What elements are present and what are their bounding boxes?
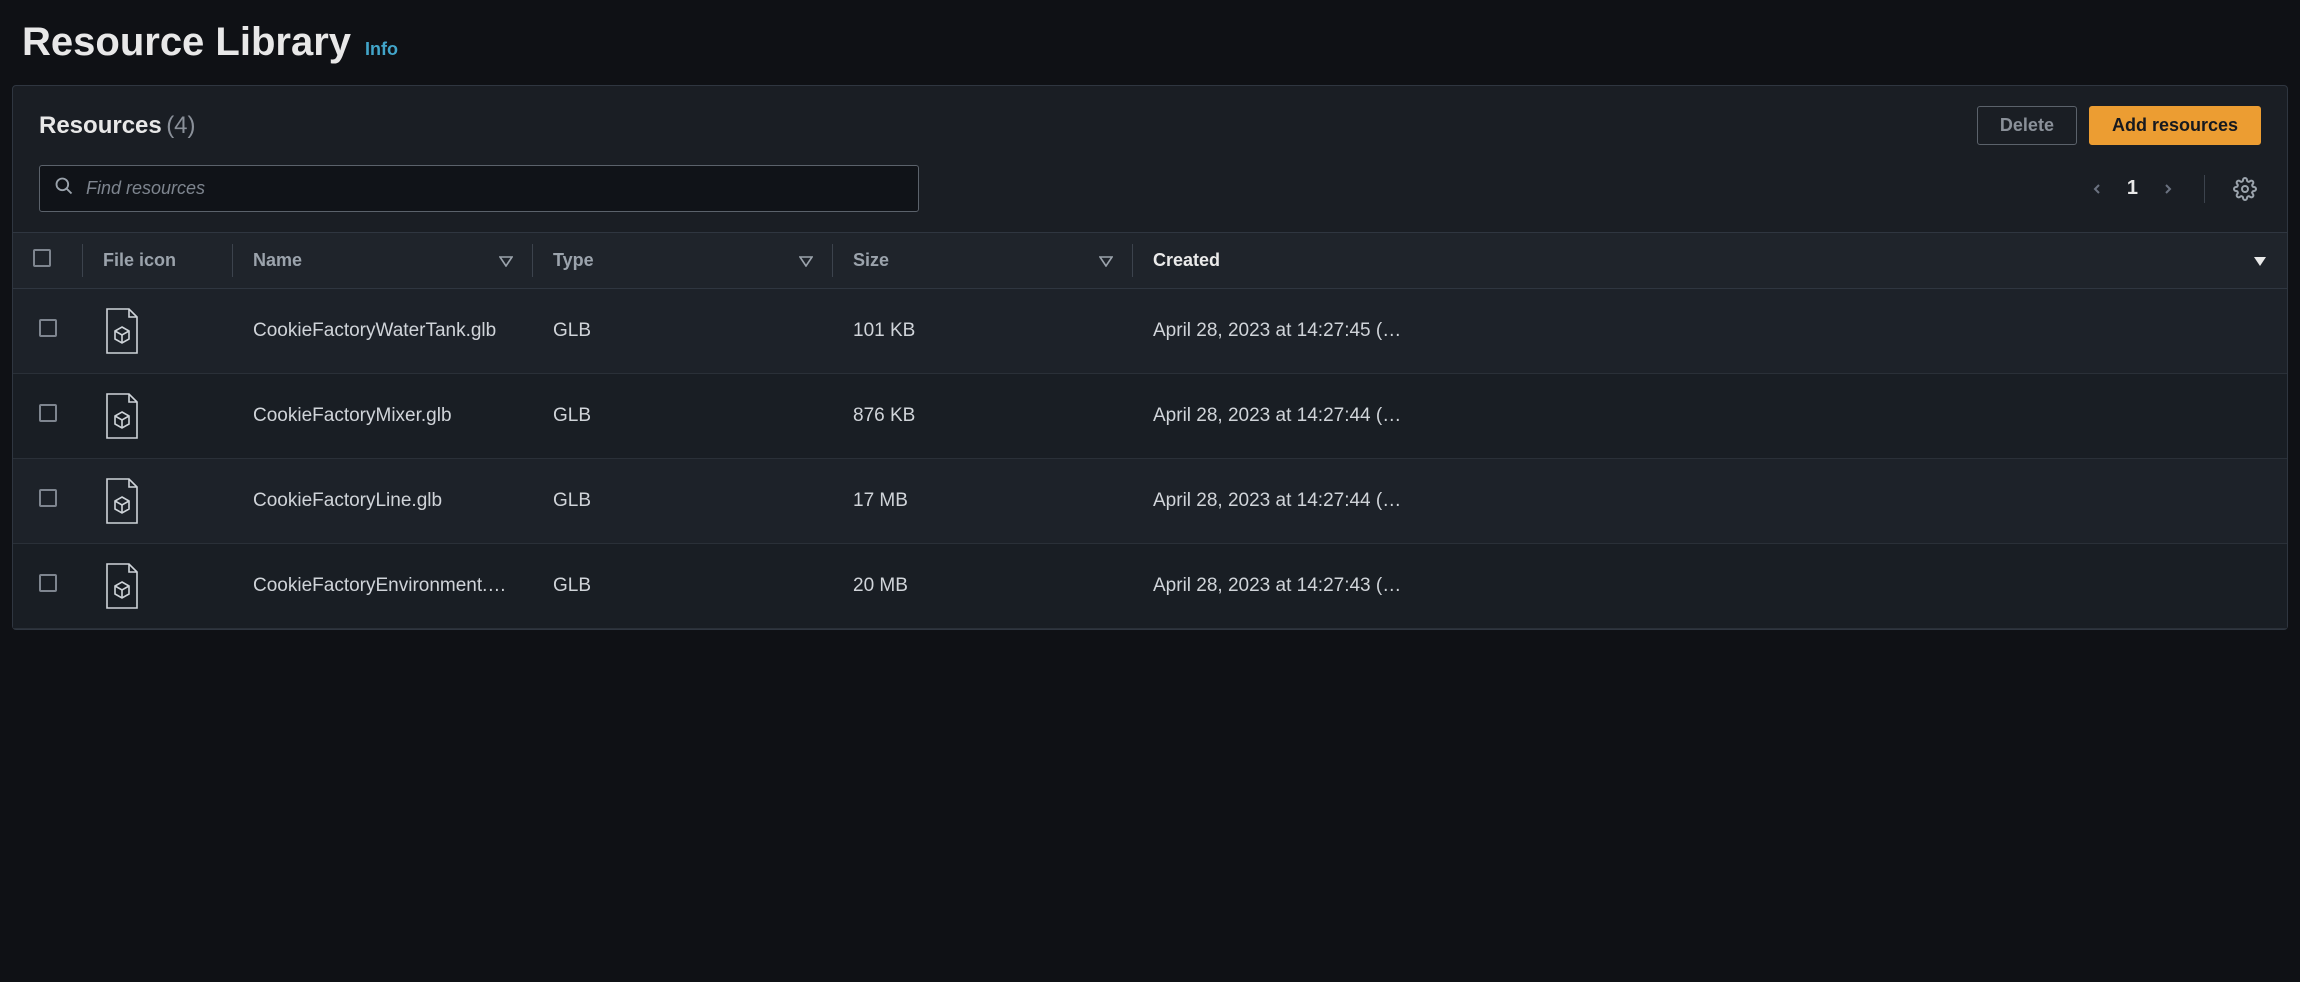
panel-toolbar: 1 xyxy=(13,155,2287,232)
page-number: 1 xyxy=(2127,177,2138,200)
cell-name: CookieFactoryLine.glb xyxy=(233,459,533,544)
panel-count: (4) xyxy=(166,112,195,139)
chevron-right-icon xyxy=(2160,178,2176,200)
page-title: Resource Library xyxy=(22,20,351,65)
cell-size: 876 KB xyxy=(833,374,1133,459)
row-checkbox[interactable] xyxy=(39,574,57,592)
panel-header: Resources (4) Delete Add resources xyxy=(13,86,2287,155)
file-icon xyxy=(103,562,213,610)
cell-type: GLB xyxy=(533,374,833,459)
settings-button[interactable] xyxy=(2229,173,2261,205)
row-checkbox[interactable] xyxy=(39,489,57,507)
cell-type: GLB xyxy=(533,459,833,544)
column-created-label: Created xyxy=(1153,250,1220,271)
column-file-icon: File icon xyxy=(83,233,233,289)
column-type[interactable]: Type xyxy=(533,233,833,289)
column-file-icon-label: File icon xyxy=(103,250,176,270)
search-field[interactable] xyxy=(39,165,919,212)
cell-type: GLB xyxy=(533,289,833,374)
sort-icon xyxy=(799,255,813,267)
resources-table: File icon Name Type xyxy=(13,232,2287,629)
search-icon xyxy=(54,176,74,201)
cell-created: April 28, 2023 at 14:27:44 (… xyxy=(1133,459,2287,544)
cell-size: 17 MB xyxy=(833,459,1133,544)
cell-name: CookieFactoryMixer.glb xyxy=(233,374,533,459)
sort-icon xyxy=(1099,255,1113,267)
panel-title-wrap: Resources (4) xyxy=(39,112,196,140)
prev-page-button[interactable] xyxy=(2085,174,2109,204)
next-page-button[interactable] xyxy=(2156,174,2180,204)
panel-title: Resources xyxy=(39,112,162,139)
row-checkbox[interactable] xyxy=(39,404,57,422)
row-checkbox[interactable] xyxy=(39,319,57,337)
cell-type: GLB xyxy=(533,544,833,629)
select-all-checkbox[interactable] xyxy=(33,249,51,267)
sort-icon xyxy=(499,255,513,267)
table-row[interactable]: CookieFactoryEnvironment.… GLB 20 MB Apr… xyxy=(13,544,2287,629)
search-input[interactable] xyxy=(86,178,904,199)
column-select-all xyxy=(13,233,83,289)
table-header-row: File icon Name Type xyxy=(13,233,2287,289)
resources-panel: Resources (4) Delete Add resources xyxy=(12,85,2288,630)
cell-name: CookieFactoryWaterTank.glb xyxy=(233,289,533,374)
pagination: 1 xyxy=(2085,173,2261,205)
file-icon xyxy=(103,307,213,355)
column-created[interactable]: Created xyxy=(1133,233,2287,289)
cell-created: April 28, 2023 at 14:27:44 (… xyxy=(1133,374,2287,459)
column-name-label: Name xyxy=(253,250,302,271)
toolbar-divider xyxy=(2204,175,2205,203)
add-resources-button[interactable]: Add resources xyxy=(2089,106,2261,145)
column-size[interactable]: Size xyxy=(833,233,1133,289)
panel-actions: Delete Add resources xyxy=(1977,106,2261,145)
table-row[interactable]: CookieFactoryMixer.glb GLB 876 KB April … xyxy=(13,374,2287,459)
cell-created: April 28, 2023 at 14:27:43 (… xyxy=(1133,544,2287,629)
cell-name: CookieFactoryEnvironment.… xyxy=(233,544,533,629)
table-row[interactable]: CookieFactoryLine.glb GLB 17 MB April 28… xyxy=(13,459,2287,544)
gear-icon xyxy=(2233,177,2257,201)
cell-size: 101 KB xyxy=(833,289,1133,374)
column-type-label: Type xyxy=(553,250,594,271)
page-header: Resource Library Info xyxy=(12,12,2288,85)
cell-size: 20 MB xyxy=(833,544,1133,629)
info-link[interactable]: Info xyxy=(365,39,398,60)
column-name[interactable]: Name xyxy=(233,233,533,289)
file-icon xyxy=(103,477,213,525)
file-icon xyxy=(103,392,213,440)
cell-created: April 28, 2023 at 14:27:45 (… xyxy=(1133,289,2287,374)
table-row[interactable]: CookieFactoryWaterTank.glb GLB 101 KB Ap… xyxy=(13,289,2287,374)
chevron-left-icon xyxy=(2089,178,2105,200)
column-size-label: Size xyxy=(853,250,889,271)
delete-button[interactable]: Delete xyxy=(1977,106,2077,145)
sort-desc-icon xyxy=(2253,255,2267,267)
